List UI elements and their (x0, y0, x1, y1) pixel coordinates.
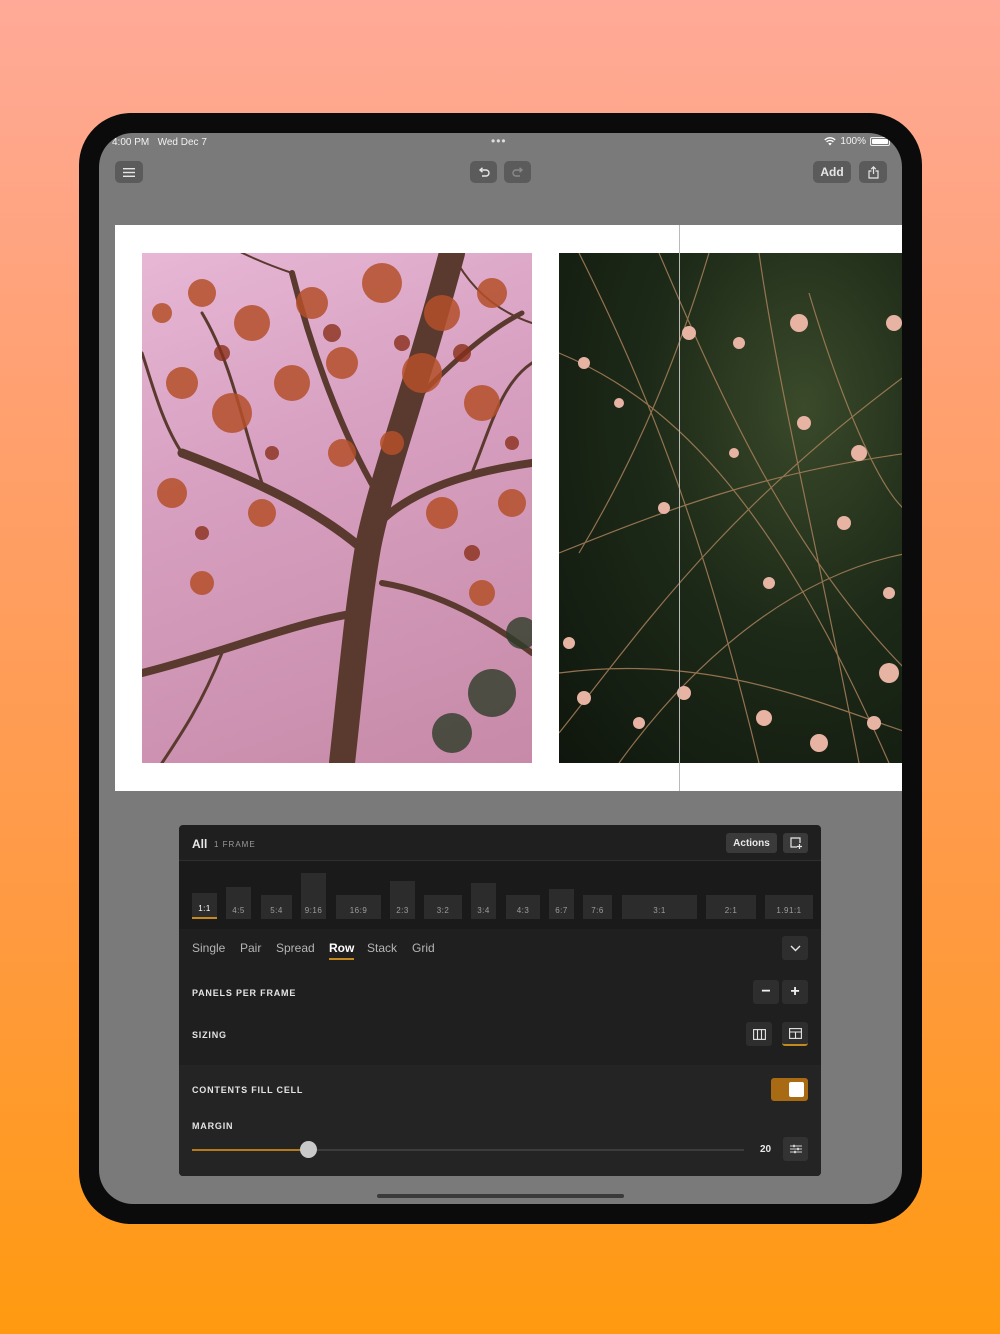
aspect-ratio-strip: 1:1 4:5 5:4 9:16 16:9 2:3 3:2 3:4 4:3 6:… (179, 861, 821, 929)
add-button[interactable]: Add (813, 161, 851, 183)
ratio-3-2[interactable]: 3:2 (424, 895, 462, 919)
wifi-icon (824, 137, 837, 146)
panel-title: All (192, 837, 208, 851)
ratio-1-1[interactable]: 1:1 (192, 893, 217, 919)
ratio-2-3[interactable]: 2:3 (390, 881, 415, 919)
status-right: 100% (824, 136, 890, 147)
panel-subtitle: 1 FRAME (214, 840, 256, 849)
layout-tabs: Single Pair Spread Row Stack Grid (179, 929, 821, 967)
home-indicator[interactable] (377, 1194, 624, 1198)
ratio-4-3[interactable]: 4:3 (506, 895, 540, 919)
chevron-down-icon (790, 945, 800, 951)
panel-header: All 1 FRAME Actions (179, 825, 821, 861)
ratio-5-4[interactable]: 5:4 (261, 895, 292, 919)
panels-per-frame-label: PANELS PER FRAME (192, 988, 297, 998)
actions-button[interactable]: Actions (726, 833, 777, 853)
undo-button[interactable] (470, 161, 497, 183)
tab-pair[interactable]: Pair (240, 941, 261, 955)
margin-value: 20 (760, 1144, 772, 1155)
ratio-1-91-1[interactable]: 1.91:1 (765, 895, 813, 919)
flowers-photo-art (559, 253, 902, 763)
layout-fit-icon (788, 1027, 802, 1039)
margin-settings-button[interactable] (783, 1137, 808, 1161)
tab-stack[interactable]: Stack (367, 941, 397, 955)
menu-button[interactable] (115, 161, 143, 183)
tab-grid[interactable]: Grid (412, 941, 435, 955)
margin-slider-fill (192, 1149, 308, 1151)
ratio-16-9[interactable]: 16:9 (336, 895, 381, 919)
cell-options: CONTENTS FILL CELL MARGIN 20 (179, 1065, 821, 1176)
ratio-4-5[interactable]: 4:5 (226, 887, 251, 919)
tab-single[interactable]: Single (192, 941, 225, 955)
status-bar: 4:00 PM Wed Dec 7 ••• 100% (99, 133, 902, 153)
redo-icon (511, 166, 523, 177)
columns-icon (752, 1028, 766, 1040)
ratio-2-1[interactable]: 2:1 (706, 895, 756, 919)
increase-panels-button[interactable]: + (782, 980, 808, 1004)
status-time: 4:00 PM Wed Dec 7 (112, 137, 207, 148)
ratio-3-4[interactable]: 3:4 (471, 883, 496, 919)
add-frame-icon (789, 837, 802, 849)
ratio-3-1[interactable]: 3:1 (622, 895, 697, 919)
share-icon (867, 165, 879, 179)
tab-spread[interactable]: Spread (276, 941, 315, 955)
sizing-label: SIZING (192, 1030, 227, 1040)
redo-button[interactable] (504, 161, 531, 183)
expand-layouts-button[interactable] (782, 936, 808, 960)
tree-photo-art (142, 253, 532, 763)
margin-slider-track[interactable] (192, 1149, 744, 1151)
sliders-icon (789, 1144, 802, 1154)
photo-panel-tree[interactable] (142, 253, 532, 763)
sizing-equal-button[interactable] (746, 1022, 772, 1046)
new-frame-button[interactable] (783, 833, 808, 853)
battery-percent: 100% (840, 136, 866, 147)
hamburger-icon (123, 167, 135, 177)
decrease-panels-button[interactable]: − (753, 980, 779, 1004)
battery-icon (870, 137, 890, 146)
sizing-fit-button[interactable] (782, 1022, 808, 1046)
multitasking-dots[interactable]: ••• (491, 134, 507, 148)
ratio-9-16[interactable]: 9:16 (301, 873, 326, 919)
photo-panel-flowers[interactable] (559, 253, 902, 763)
contents-fill-toggle[interactable] (771, 1078, 808, 1101)
margin-slider-thumb[interactable] (299, 1141, 317, 1158)
tab-row[interactable]: Row (329, 941, 355, 960)
ratio-7-6[interactable]: 7:6 (583, 895, 612, 919)
layout-panel: All 1 FRAME Actions 1:1 4:5 5:4 9:16 16:… (179, 825, 821, 1176)
app-screen: 4:00 PM Wed Dec 7 ••• 100% Add All 1 FRA… (99, 133, 902, 1204)
panel-divider[interactable] (679, 225, 680, 791)
margin-label: MARGIN (192, 1121, 234, 1131)
undo-icon (478, 166, 490, 177)
ratio-6-7[interactable]: 6:7 (549, 889, 574, 919)
contents-fill-label: CONTENTS FILL CELL (192, 1085, 304, 1095)
share-button[interactable] (859, 161, 887, 183)
